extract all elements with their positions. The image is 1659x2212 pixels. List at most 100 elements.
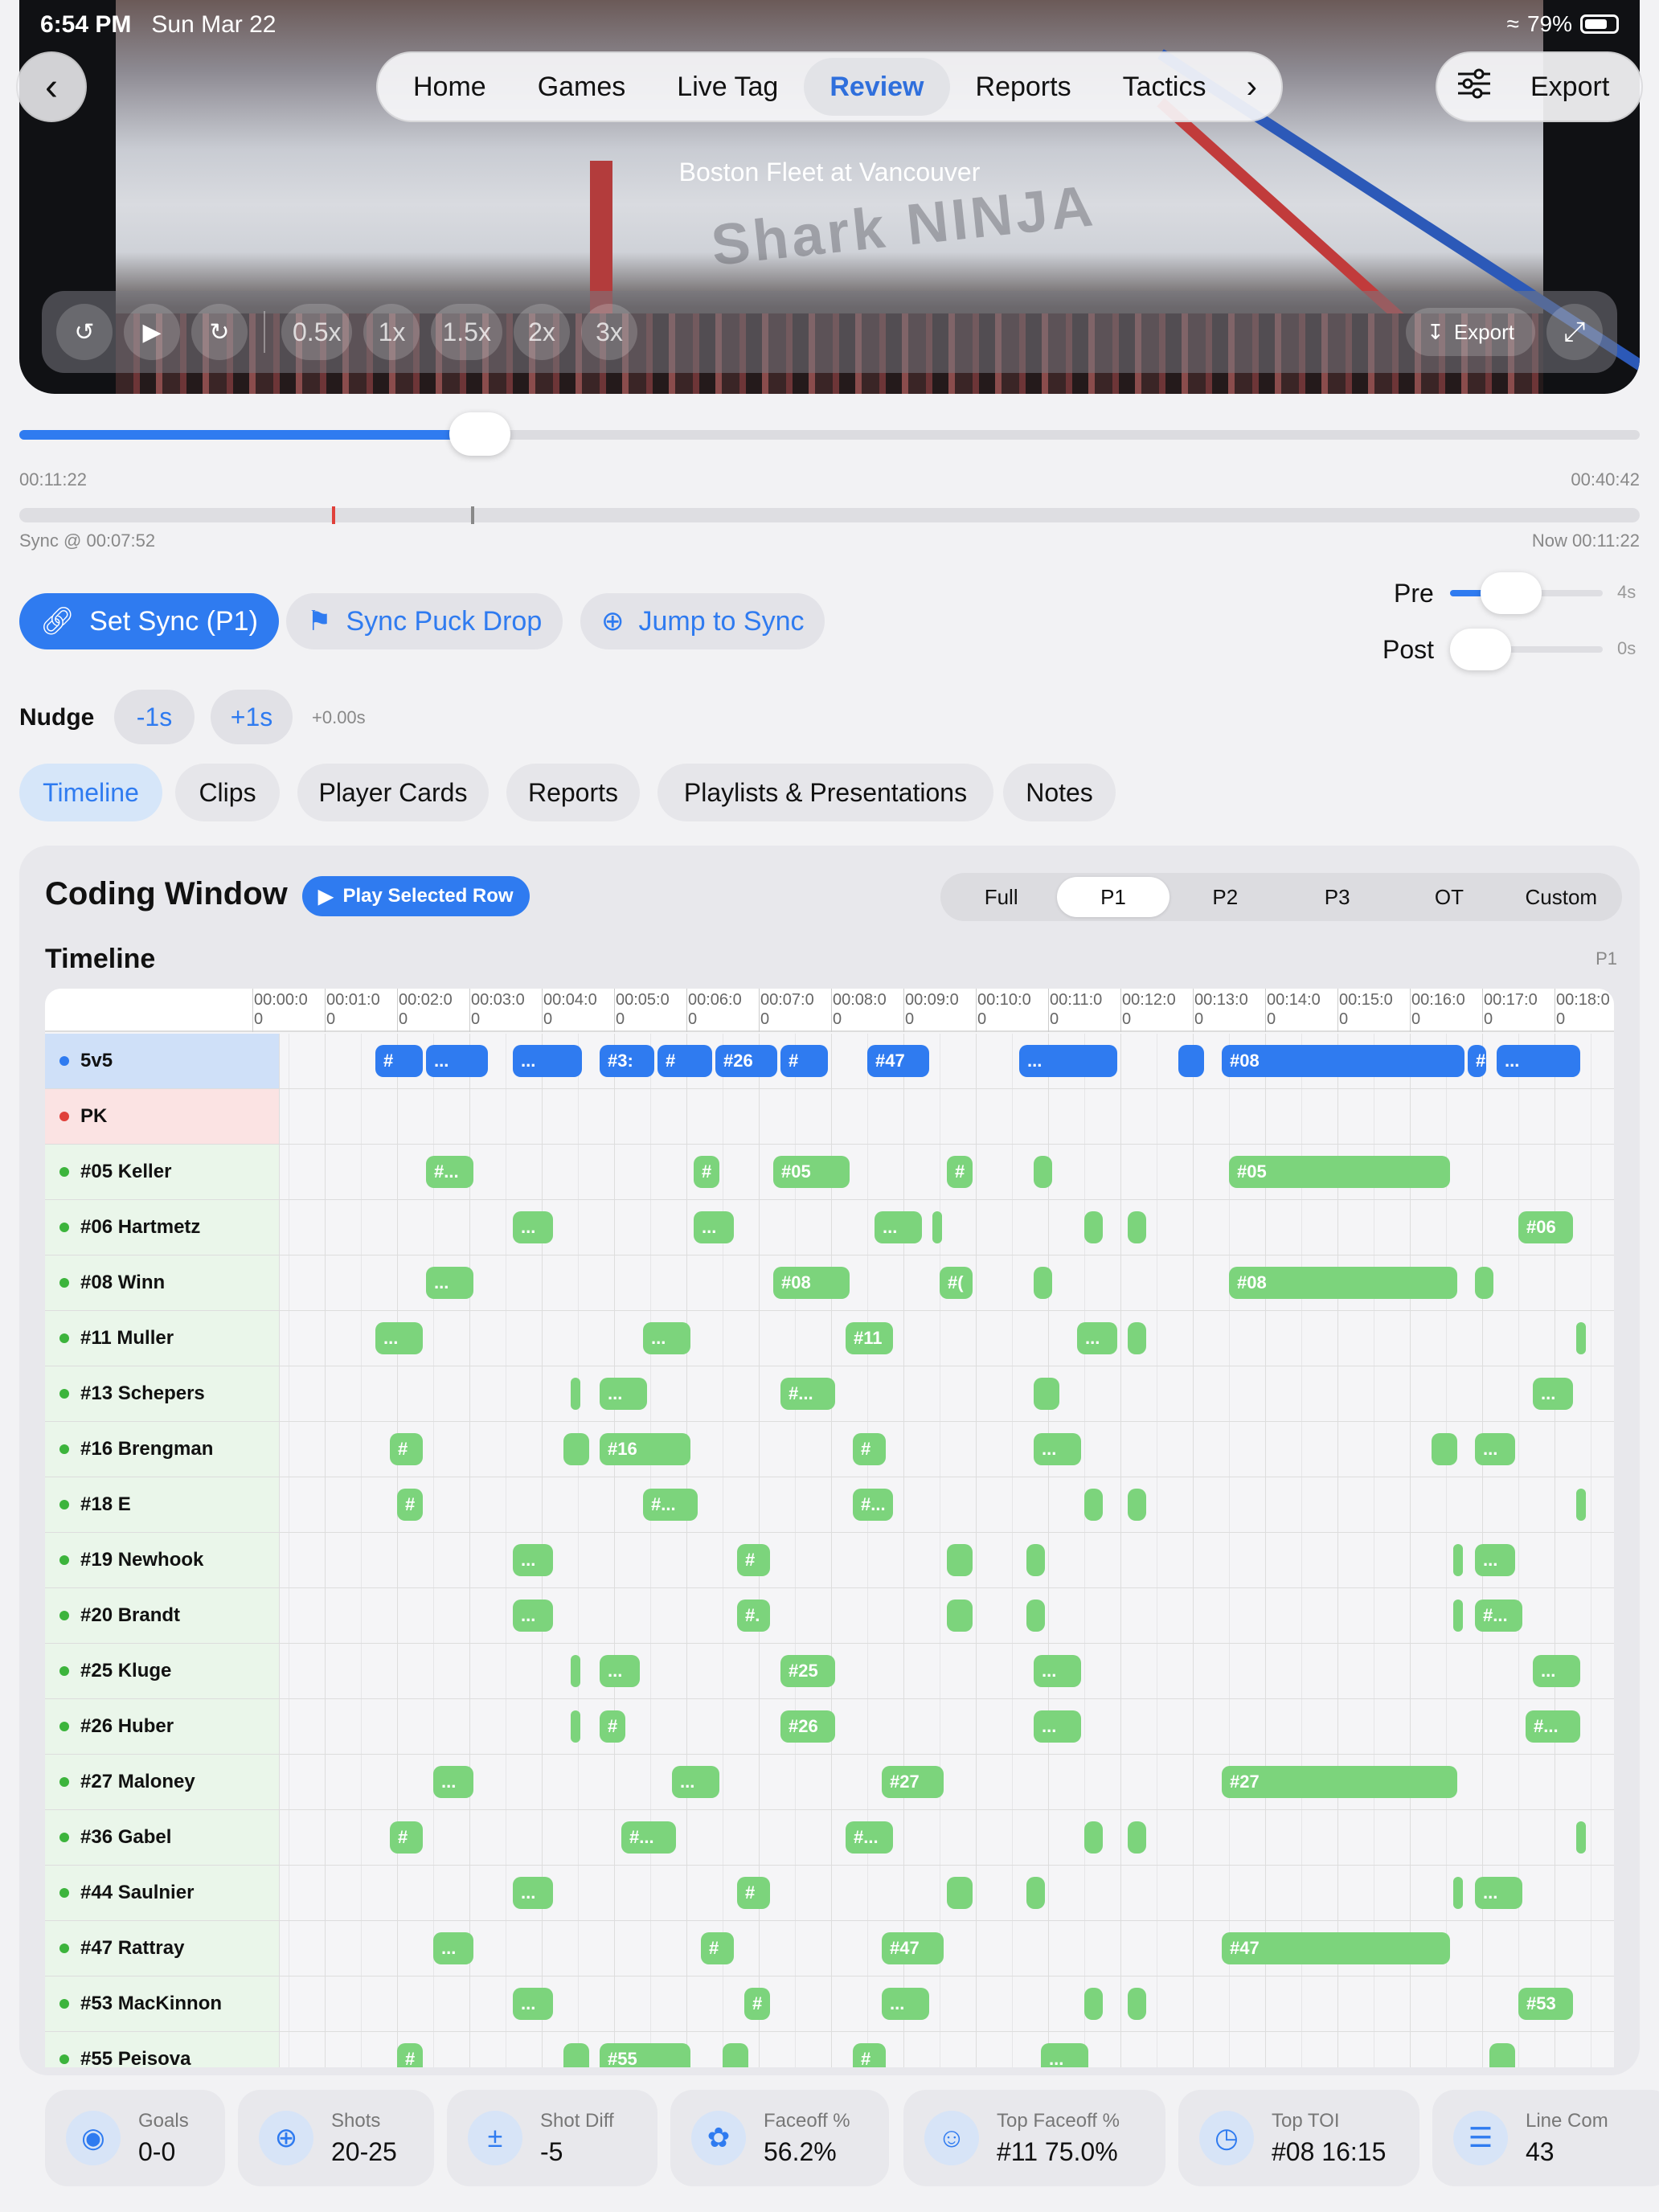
- row-label[interactable]: #53 MacKinnon: [45, 1976, 280, 2031]
- tab-notes[interactable]: Notes: [1003, 764, 1116, 821]
- sliders-icon[interactable]: [1456, 68, 1492, 107]
- row-label[interactable]: #25 Kluge: [45, 1644, 280, 1698]
- row-label[interactable]: #55 Peisova: [45, 2032, 280, 2067]
- row-label[interactable]: #26 Huber: [45, 1699, 280, 1754]
- timeline-event-bar[interactable]: [947, 1544, 973, 1576]
- timeline-row[interactable]: #44 Saulnier... #...: [45, 1866, 1614, 1921]
- row-label[interactable]: #44 Saulnier: [45, 1866, 280, 1920]
- timeline-row[interactable]: #16 Brengman # #16 #......: [45, 1422, 1614, 1477]
- timeline-row[interactable]: #27 Maloney...... #27 #27: [45, 1755, 1614, 1810]
- timeline-event-bar[interactable]: #...: [846, 1821, 893, 1854]
- timeline-event-bar[interactable]: [1576, 1322, 1586, 1354]
- timeline-event-bar[interactable]: #05: [1229, 1156, 1450, 1188]
- timeline-event-bar[interactable]: [1084, 1211, 1103, 1243]
- timeline-event-bar[interactable]: #(: [940, 1267, 973, 1299]
- timeline-event-bar[interactable]: #26: [715, 1045, 777, 1077]
- timeline-event-bar[interactable]: #: [694, 1156, 719, 1188]
- timeline-event-bar[interactable]: ...: [433, 1766, 473, 1798]
- skip-forward-icon[interactable]: ↻: [191, 304, 248, 360]
- timeline-event-bar[interactable]: [1453, 1600, 1463, 1632]
- play-selected-row-button[interactable]: ▶ Play Selected Row: [302, 876, 530, 916]
- nudge-plus-button[interactable]: +1s: [211, 690, 293, 744]
- timeline-event-bar[interactable]: #: [737, 1544, 770, 1576]
- timeline-event-bar[interactable]: ...: [513, 1600, 553, 1632]
- row-label[interactable]: #11 Muller: [45, 1311, 280, 1366]
- period-p3[interactable]: P3: [1281, 877, 1393, 917]
- timeline-event-bar[interactable]: #08: [1229, 1267, 1457, 1299]
- play-icon[interactable]: ▶: [124, 304, 180, 360]
- timeline-event-bar[interactable]: #47: [882, 1932, 944, 1964]
- row-label[interactable]: #36 Gabel: [45, 1810, 280, 1865]
- chevron-right-icon[interactable]: ›: [1232, 69, 1272, 105]
- timeline-event-bar[interactable]: #: [397, 1489, 423, 1521]
- timeline-event-bar[interactable]: ...: [513, 1544, 553, 1576]
- timeline-event-bar[interactable]: [1475, 1267, 1493, 1299]
- timeline-row[interactable]: #06 Hartmetz......... #06: [45, 1200, 1614, 1256]
- timeline-event-bar[interactable]: #: [397, 2043, 423, 2067]
- row-label[interactable]: #18 E: [45, 1477, 280, 1532]
- timeline-event-bar[interactable]: #: [600, 1710, 625, 1743]
- set-sync-button[interactable]: 🔗︎ Set Sync (P1): [19, 593, 279, 649]
- row-label[interactable]: #27 Maloney: [45, 1755, 280, 1809]
- timeline-event-bar[interactable]: [947, 1600, 973, 1632]
- tab-timeline[interactable]: Timeline: [19, 764, 162, 821]
- timeline-event-bar[interactable]: ...: [600, 1378, 647, 1410]
- timeline-event-bar[interactable]: #26: [780, 1710, 835, 1743]
- nav-reports[interactable]: Reports: [950, 58, 1097, 116]
- timeline-event-bar[interactable]: [563, 2043, 589, 2067]
- post-slider[interactable]: [1450, 629, 1603, 670]
- period-full[interactable]: Full: [945, 877, 1057, 917]
- expand-icon[interactable]: ⤢: [1546, 304, 1603, 360]
- row-label[interactable]: #06 Hartmetz: [45, 1200, 280, 1255]
- timeline-row[interactable]: #53 MacKinnon... #... #53: [45, 1976, 1614, 2032]
- timeline-event-bar[interactable]: ...: [600, 1655, 640, 1687]
- speed-3x[interactable]: 3x: [580, 304, 637, 360]
- timeline-event-bar[interactable]: #...: [621, 1821, 676, 1854]
- nav-tactics[interactable]: Tactics: [1097, 58, 1232, 116]
- timeline-event-bar[interactable]: #: [947, 1156, 973, 1188]
- timeline-event-bar[interactable]: [1128, 1988, 1146, 2020]
- timeline-event-bar[interactable]: ...: [513, 1988, 553, 2020]
- timeline-event-bar[interactable]: [1128, 1322, 1146, 1354]
- export-button[interactable]: Export: [1530, 72, 1609, 103]
- timeline-event-bar[interactable]: ...: [1533, 1378, 1573, 1410]
- speed-0.5x[interactable]: 0.5x: [281, 304, 353, 360]
- tab-reports[interactable]: Reports: [506, 764, 640, 821]
- timeline-row[interactable]: #08 Winn... #08 #(#08: [45, 1256, 1614, 1311]
- timeline-event-bar[interactable]: #47: [1222, 1932, 1450, 1964]
- timeline-event-bar[interactable]: [571, 1655, 580, 1687]
- timeline-event-bar[interactable]: #06: [1518, 1211, 1573, 1243]
- timeline-event-bar[interactable]: #: [853, 1433, 886, 1465]
- timeline-event-bar[interactable]: #: [375, 1045, 423, 1077]
- timeline-event-bar[interactable]: #25: [780, 1655, 835, 1687]
- row-label[interactable]: #08 Winn: [45, 1256, 280, 1310]
- timeline-event-bar[interactable]: ...: [1019, 1045, 1117, 1077]
- timeline-event-bar[interactable]: [1453, 1877, 1463, 1909]
- timeline-event-bar[interactable]: [1453, 1544, 1463, 1576]
- timeline-event-bar[interactable]: [947, 1877, 973, 1909]
- timeline-event-bar[interactable]: #...: [1475, 1600, 1522, 1632]
- timeline-event-bar[interactable]: ...: [1034, 1433, 1081, 1465]
- timeline-event-bar[interactable]: #55: [600, 2043, 690, 2067]
- row-label[interactable]: 5v5: [45, 1034, 280, 1088]
- timeline-event-bar[interactable]: ...: [513, 1877, 553, 1909]
- timeline-row[interactable]: #18 E # #... #...: [45, 1477, 1614, 1533]
- timeline-row[interactable]: PK: [45, 1089, 1614, 1145]
- timeline-event-bar[interactable]: ...: [1497, 1045, 1580, 1077]
- timeline-event-bar[interactable]: ...: [1475, 1544, 1515, 1576]
- timeline-event-bar[interactable]: ...: [375, 1322, 423, 1354]
- timeline-event-bar[interactable]: ...: [433, 1932, 473, 1964]
- timeline-event-bar[interactable]: [1084, 1821, 1103, 1854]
- timeline-row[interactable]: #55 Peisova # #55 #...: [45, 2032, 1614, 2067]
- post-slider-thumb[interactable]: [1450, 629, 1511, 670]
- timeline-event-bar[interactable]: ...: [513, 1211, 553, 1243]
- timeline-event-bar[interactable]: #11: [846, 1322, 893, 1354]
- timeline-row[interactable]: #26 Huber # #26... #...: [45, 1699, 1614, 1755]
- timeline-event-bar[interactable]: #: [701, 1932, 734, 1964]
- nav-live-tag[interactable]: Live Tag: [651, 58, 804, 116]
- period-p1[interactable]: P1: [1057, 877, 1169, 917]
- timeline-event-bar[interactable]: #: [744, 1988, 770, 2020]
- timeline-event-bar[interactable]: ...: [1077, 1322, 1117, 1354]
- period-p2[interactable]: P2: [1169, 877, 1281, 917]
- timeline-grid[interactable]: 00:00:0 0 00:01:0 0 00:02:0 0 00:03:0 0 00:0…: [45, 989, 1614, 2067]
